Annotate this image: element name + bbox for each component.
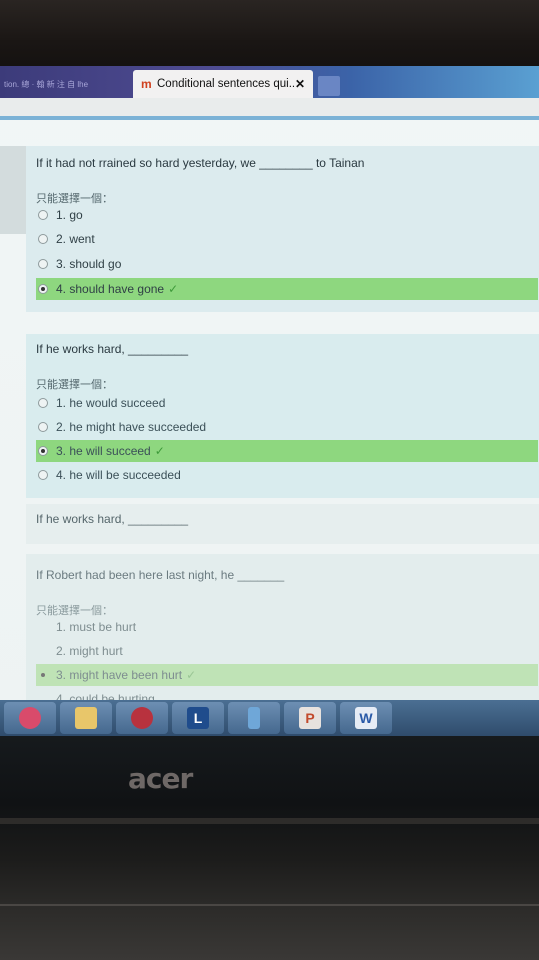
- close-icon[interactable]: ✕: [295, 77, 309, 91]
- option-selected[interactable]: 4. should have gone ✓: [36, 278, 538, 300]
- option-label: 3. should go: [56, 257, 122, 271]
- option-label: 1. he would succeed: [56, 396, 166, 410]
- radio-button[interactable]: [38, 646, 48, 656]
- option[interactable]: 1. go: [36, 204, 538, 226]
- option[interactable]: 2. he might have succeeded: [36, 416, 538, 438]
- taskbar-item-powerpoint[interactable]: P: [284, 702, 336, 734]
- option[interactable]: 1. he would succeed: [36, 392, 538, 414]
- option-label: 2. went: [56, 232, 95, 246]
- feedback-block: If he works hard, _________: [26, 504, 539, 544]
- taskbar-item-lexicon[interactable]: L: [172, 702, 224, 734]
- taskbar-item-app[interactable]: [116, 702, 168, 734]
- option-label: 2. might hurt: [56, 644, 123, 658]
- browser-tab-bar: tion. 總 · 翰 新 注 自 lhe m Conditional sent…: [0, 66, 539, 98]
- radio-button[interactable]: [38, 210, 48, 220]
- tab-inactive[interactable]: tion. 總 · 翰 新 注 自 lhe: [0, 72, 134, 98]
- option-label: 2. he might have succeeded: [56, 420, 207, 434]
- question-hint: 只能選擇一個：: [36, 379, 113, 391]
- new-tab-button[interactable]: [318, 76, 340, 96]
- tab-active[interactable]: m Conditional sentences qui... ✕: [133, 70, 313, 98]
- question-1: If it had not rrained so hard yesterday,…: [26, 146, 539, 312]
- radio-button[interactable]: [38, 259, 48, 269]
- checkmark-icon: ✓: [168, 282, 179, 296]
- laptop-hinge: [0, 818, 539, 824]
- option[interactable]: 2. might hurt: [36, 640, 538, 662]
- device-icon: [248, 707, 260, 729]
- question-gutter: [0, 146, 26, 234]
- checkmark-icon: ✓: [186, 668, 197, 682]
- powerpoint-icon: P: [299, 707, 321, 729]
- folder-icon: [75, 707, 97, 729]
- start-button[interactable]: [4, 702, 56, 734]
- option-selected[interactable]: 3. might have been hurt ✓: [36, 664, 538, 686]
- moodle-favicon-icon: m: [141, 77, 152, 91]
- radio-button[interactable]: [38, 398, 48, 408]
- laptop-deck-edge: [0, 904, 539, 906]
- radio-button-checked[interactable]: [38, 446, 48, 456]
- radio-button-checked[interactable]: [38, 670, 48, 680]
- option-label: 3. he will succeed: [56, 444, 151, 458]
- radio-button-checked[interactable]: [38, 284, 48, 294]
- taskbar: L P W: [0, 700, 539, 736]
- lexicon-icon: L: [187, 707, 209, 729]
- app-icon: [131, 707, 153, 729]
- option-label: 3. might have been hurt: [56, 668, 183, 682]
- radio-button[interactable]: [38, 234, 48, 244]
- option[interactable]: 2. went: [36, 228, 538, 250]
- laptop-screen: tion. 總 · 翰 新 注 自 lhe m Conditional sent…: [0, 66, 539, 736]
- laptop-bezel-bottom: acer: [0, 736, 539, 960]
- taskbar-item-word[interactable]: W: [340, 702, 392, 734]
- option[interactable]: 4. he will be succeeded: [36, 464, 538, 486]
- page-header-line: [0, 116, 539, 120]
- acer-logo: acer: [128, 762, 193, 795]
- option-label: 1. must be hurt: [56, 620, 137, 634]
- question-text: If it had not rrained so hard yesterday,…: [36, 156, 365, 170]
- checkmark-icon: ✓: [154, 444, 165, 458]
- option-label: 4. should have gone: [56, 282, 165, 296]
- taskbar-item-device[interactable]: [228, 702, 280, 734]
- browser-toolbar: [0, 98, 539, 117]
- option-label: 1. go: [56, 208, 83, 222]
- question-text: If he works hard, _________: [36, 342, 189, 356]
- option-label: 4. he will be succeeded: [56, 468, 181, 482]
- word-icon: W: [355, 707, 377, 729]
- taskbar-item-folder[interactable]: [60, 702, 112, 734]
- start-icon: [19, 707, 41, 729]
- radio-button[interactable]: [38, 622, 48, 632]
- radio-button[interactable]: [38, 422, 48, 432]
- tab-title: Conditional sentences qui...: [157, 78, 295, 90]
- laptop-bezel-top: [0, 0, 539, 70]
- option[interactable]: 3. should go: [36, 253, 538, 275]
- question-2: If he works hard, _________ 只能選擇一個： 1. h…: [26, 334, 539, 498]
- option[interactable]: 1. must be hurt: [36, 616, 538, 638]
- question-text: If he works hard, _________: [36, 512, 189, 526]
- option-selected[interactable]: 3. he will succeed ✓: [36, 440, 538, 462]
- question-text: If Robert had been here last night, he _…: [36, 568, 285, 582]
- radio-button[interactable]: [38, 470, 48, 480]
